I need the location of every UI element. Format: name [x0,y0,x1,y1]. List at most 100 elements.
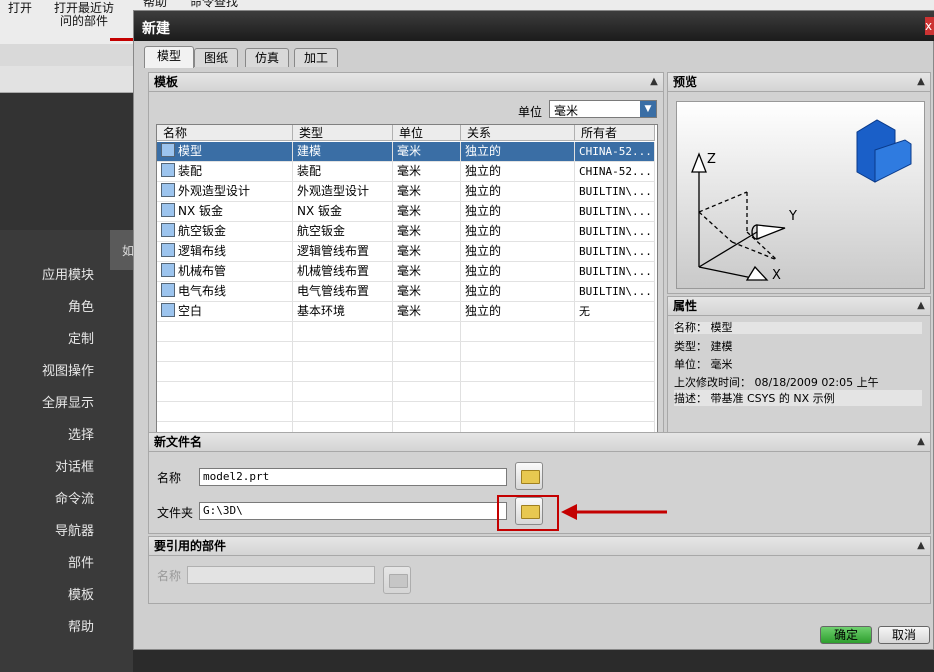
side-menu-item[interactable]: 模板 [68,584,94,603]
chevron-up-icon[interactable]: ▲ [914,539,928,553]
column-header-relation[interactable]: 关系 [461,125,575,141]
file-name-label: 名称 [157,471,182,485]
empty-cell [293,342,393,361]
table-cell-name: NX 钣金 [157,202,293,221]
csys-preview-icon [691,119,912,281]
chevron-up-icon[interactable]: ▲ [914,435,928,449]
preview-header[interactable]: 预览 ▲ [667,72,931,92]
dialog-titlebar: 新建 x [134,11,934,41]
unit-label: 单位 [518,105,543,119]
preview-body: Z Y X [667,92,931,294]
column-header-owner[interactable]: 所有者 [575,125,655,141]
table-cell-type: 建模 [293,142,393,161]
property-type: 类型： 建模 [674,340,733,353]
template-icon [161,243,175,257]
column-header-unit[interactable]: 单位 [393,125,461,141]
side-menu-item[interactable]: 选择 [68,424,94,443]
command-find-button[interactable]: 命令查找 [190,0,238,9]
toolbar-strip [0,44,133,67]
empty-cell [575,342,655,361]
templates-header[interactable]: 模板 ▲ [148,72,664,92]
unit-select[interactable]: 毫米 ▼ [549,100,657,118]
table-cell-name: 逻辑布线 [157,242,293,261]
table-row[interactable]: 空白 基本环境 毫米 独立的无 [157,302,655,322]
empty-cell [393,322,461,341]
column-header-type[interactable]: 类型 [293,125,393,141]
chevron-up-icon[interactable]: ▲ [647,75,661,89]
side-menu-item[interactable]: 帮助 [68,616,94,635]
empty-row [157,362,655,382]
new-file-title: 新文件名 [154,435,203,449]
new-file-body: 名称 model2.prt 文件夹 G:\3D\ [148,452,931,534]
side-menu-item[interactable]: 视图操作 [42,360,94,379]
chevron-up-icon[interactable]: ▲ [914,75,928,89]
table-row[interactable]: 航空钣金 航空钣金 毫米 独立的 BUILTIN\... [157,222,655,242]
ref-name-label: 名称 [157,569,182,583]
ok-button[interactable]: 确定 [820,626,872,644]
table-row[interactable]: 机械布管 机械管线布置 毫米 独立的 BUILTIN\... [157,262,655,282]
help-button[interactable]: 帮助 [143,0,167,9]
folder-input[interactable]: G:\3D\ [199,502,507,520]
table-cell-owner: 无 [575,302,655,321]
table-cell-unit: 毫米 [393,302,461,321]
file-name-input[interactable]: model2.prt [199,468,507,486]
empty-cell [575,402,655,421]
template-icon [161,183,175,197]
tab-drawing[interactable]: 图纸 [194,48,238,67]
template-icon [161,143,175,157]
side-menu-item[interactable]: 全屏显示 [42,392,94,411]
side-menu-item[interactable]: 部件 [68,552,94,571]
tab-model[interactable]: 模型 [144,46,194,68]
template-name: 空白 [178,304,203,318]
browse-name-button[interactable] [515,462,543,490]
side-menu-item[interactable]: 角色 [68,296,94,315]
tab-manufacturing[interactable]: 加工 [294,48,338,67]
table-cell-relation: 独立的 [461,142,575,161]
empty-cell [157,402,293,421]
column-header-name[interactable]: 名称 [157,125,293,141]
table-row[interactable]: 逻辑布线 逻辑管线布置 毫米 独立的 BUILTIN\... [157,242,655,262]
table-row[interactable]: 电气布线 电气管线布置 毫米 独立的 BUILTIN\... [157,282,655,302]
side-menu-tab[interactable]: 如 [110,230,134,270]
table-cell-type: 外观造型设计 [293,182,393,201]
empty-cell [157,322,293,341]
side-menu-item[interactable]: 对话框 [55,456,94,475]
side-menu-item[interactable]: 应用模块 [42,264,94,283]
tab-simulation[interactable]: 仿真 [245,48,289,67]
empty-cell [157,382,293,401]
property-description: 描述： 带基准 CSYS 的 NX 示例 [674,390,922,406]
empty-cell [575,382,655,401]
table-cell-name: 模型 [157,142,293,161]
side-menu-item[interactable]: 定制 [68,328,94,347]
new-file-dialog: 新建 x 模型 图纸 仿真 加工 模板 ▲ 单位 毫米 ▼ 名称 类型 单位 关… [133,10,934,650]
properties-body: 名称： 模型 类型： 建模 单位： 毫米 上次修改时间： 08/18/2009 … [667,316,931,434]
side-menu-item[interactable]: 导航器 [55,520,94,539]
dropdown-arrow-icon[interactable]: ▼ [640,101,656,117]
open-recent-button[interactable]: 打开最近访 问的部件 [54,2,114,28]
table-cell-name: 装配 [157,162,293,181]
table-cell-unit: 毫米 [393,242,461,261]
ref-part-header[interactable]: 要引用的部件 ▲ [148,536,931,556]
table-cell-name: 外观造型设计 [157,182,293,201]
table-row[interactable]: NX 钣金 NX 钣金 毫米 独立的 BUILTIN\... [157,202,655,222]
empty-cell [575,322,655,341]
side-menu-item[interactable]: 命令流 [55,488,94,507]
table-row[interactable]: 模型 建模 毫米 独立的 CHINA-52... [157,142,655,162]
new-file-header[interactable]: 新文件名 ▲ [148,432,931,452]
table-row[interactable]: 外观造型设计 外观造型设计 毫米 独立的 BUILTIN\... [157,182,655,202]
table-cell-unit: 毫米 [393,222,461,241]
empty-cell [157,362,293,381]
cancel-button[interactable]: 取消 [878,626,930,644]
table-cell-type: 电气管线布置 [293,282,393,301]
table-cell-owner: BUILTIN\... [575,282,655,301]
properties-header[interactable]: 属性 ▲ [667,296,931,316]
table-cell-owner: BUILTIN\... [575,182,655,201]
chevron-up-icon[interactable]: ▲ [914,299,928,313]
empty-cell [293,322,393,341]
table-cell-owner: BUILTIN\... [575,242,655,261]
side-menu-panel [0,230,133,672]
empty-cell [575,362,655,381]
table-row[interactable]: 装配 装配 毫米 独立的 CHINA-52... [157,162,655,182]
open-button[interactable]: 打开 [8,2,32,15]
close-button[interactable]: x [925,17,934,35]
